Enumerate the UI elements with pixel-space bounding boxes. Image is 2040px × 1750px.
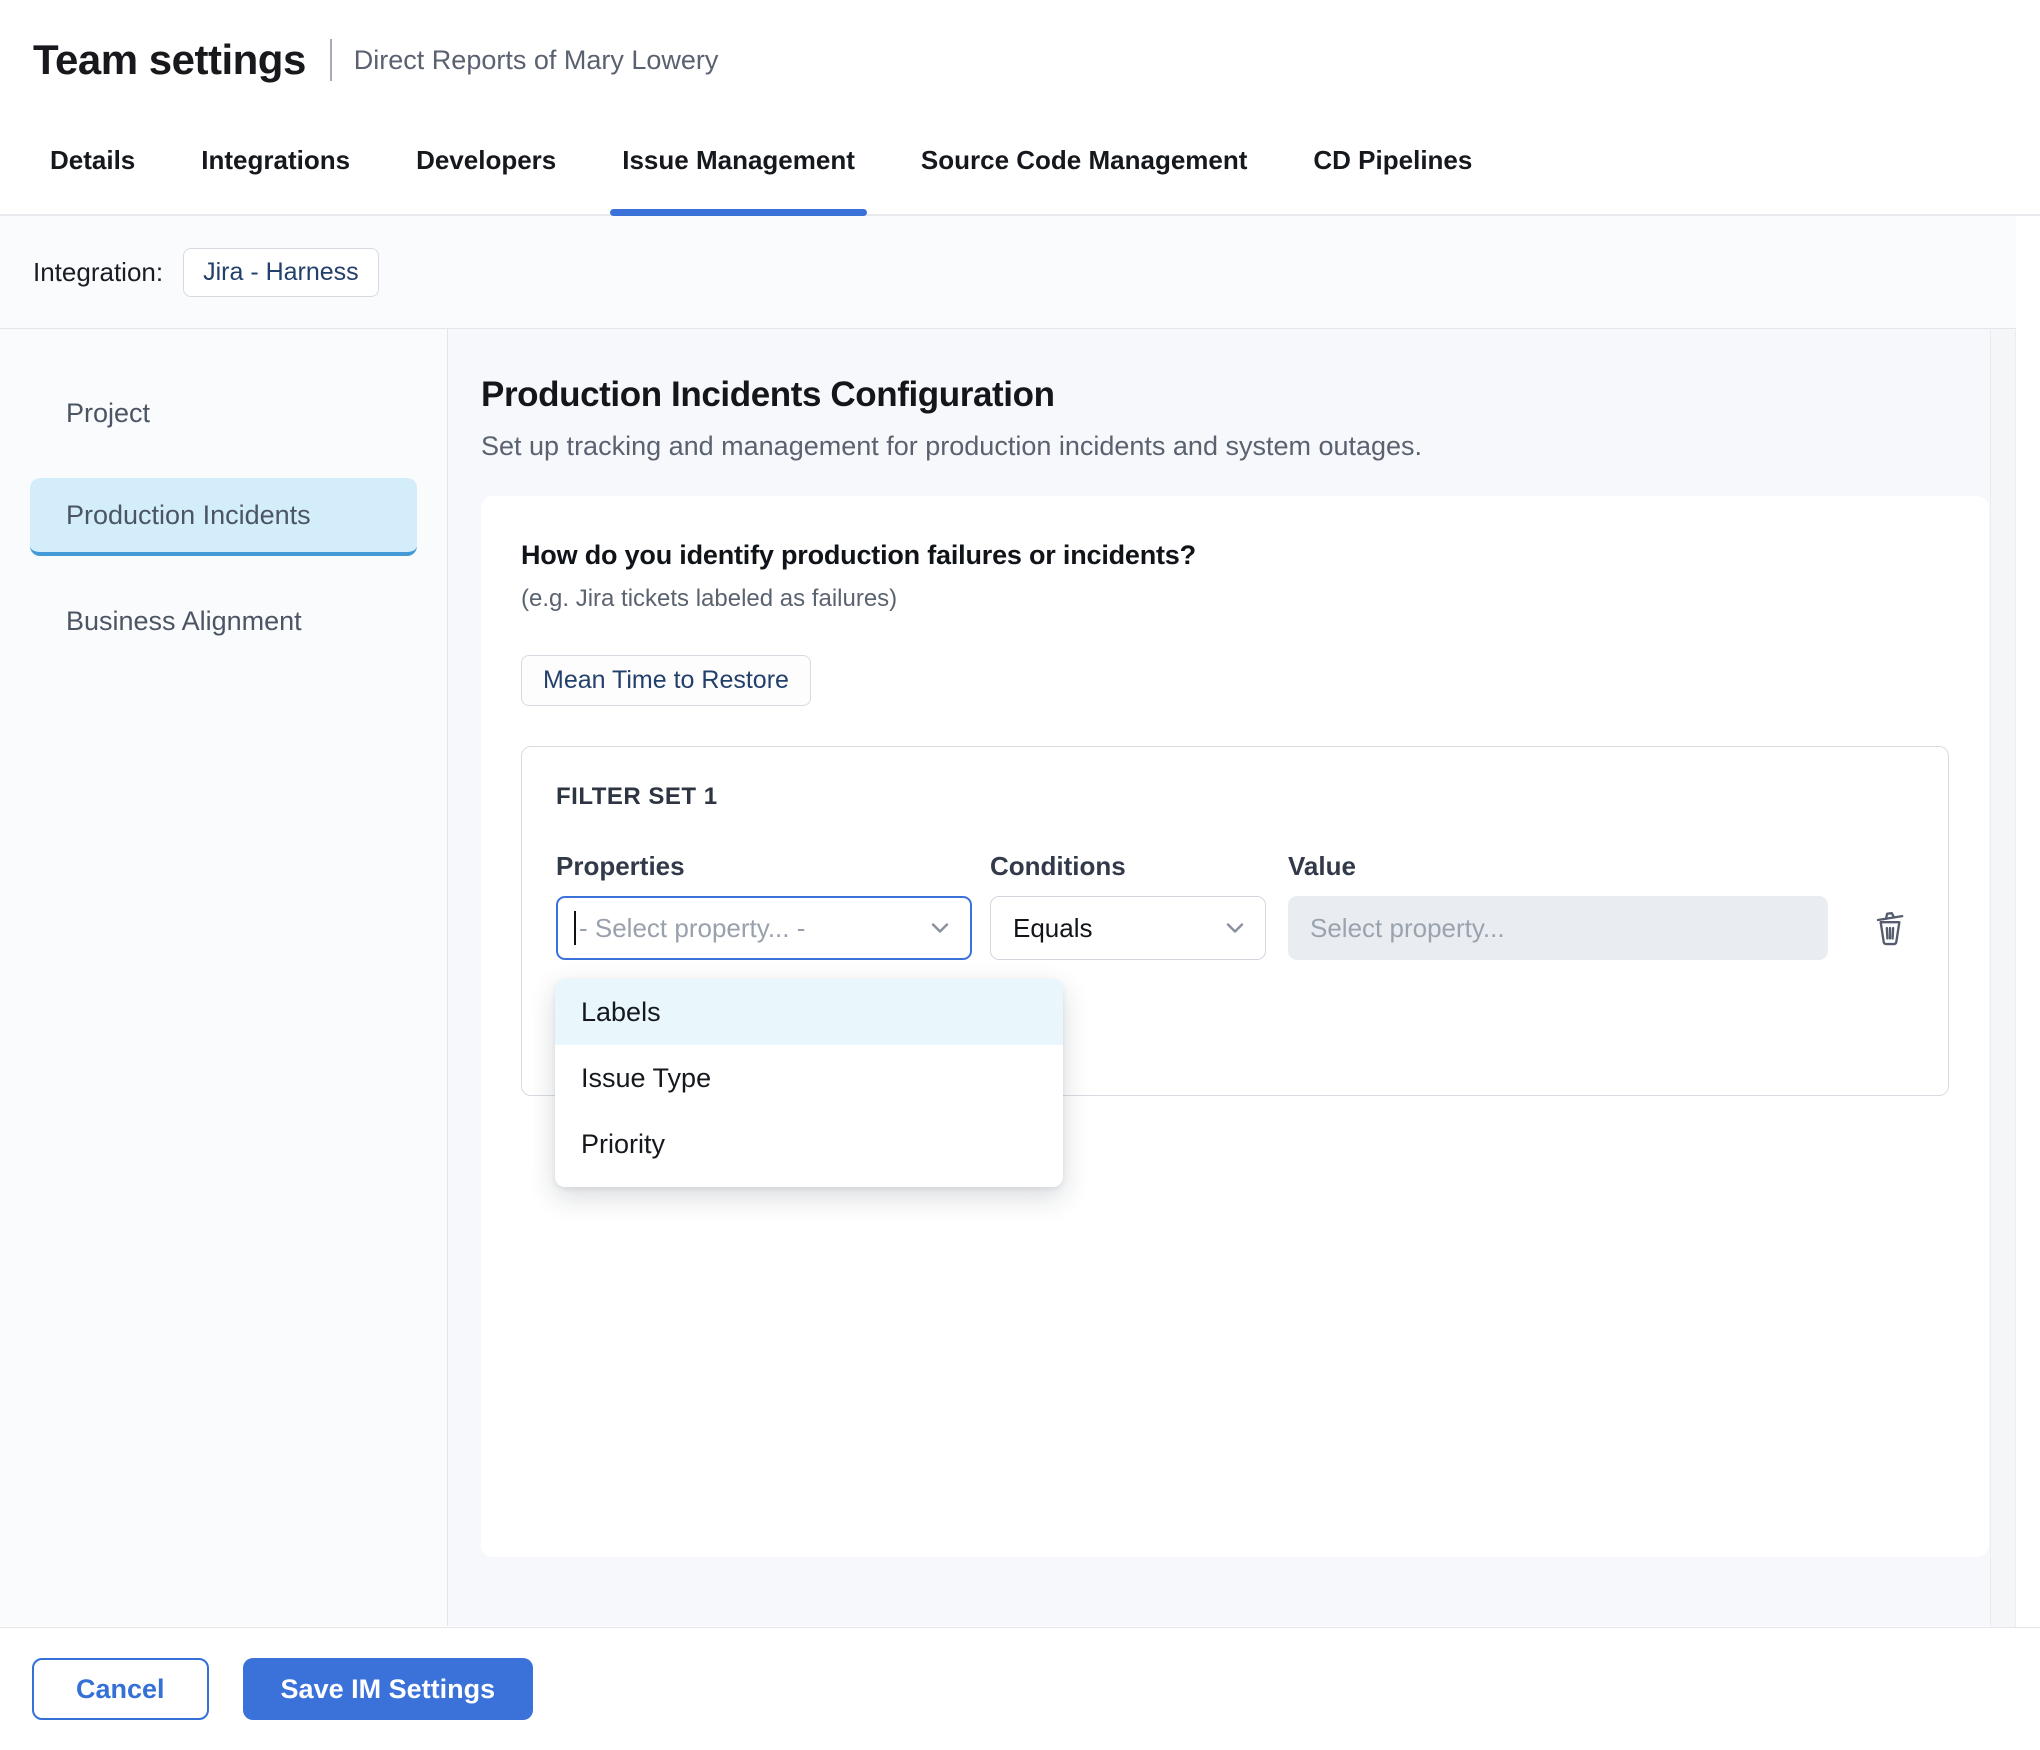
scrollbar-track[interactable] [1990, 330, 2016, 1627]
integration-strip: Integration: Jira - Harness [0, 216, 2040, 329]
page-header: Team settings Direct Reports of Mary Low… [0, 0, 2040, 106]
dropdown-option-priority[interactable]: Priority [555, 1111, 1063, 1177]
property-select[interactable]: - Select property... - [556, 896, 972, 960]
incidents-config-card: How do you identify production failures … [481, 496, 1989, 1557]
settings-tabbar: Details Integrations Developers Issue Ma… [0, 106, 2040, 216]
condition-selected-value: Equals [1013, 913, 1093, 944]
filter-set-card: FILTER SET 1 Properties Conditions Value… [521, 746, 1949, 1096]
tab-integrations[interactable]: Integrations [195, 145, 356, 214]
tab-issue-management[interactable]: Issue Management [616, 145, 861, 214]
property-dropdown-menu: Labels Issue Type Priority [555, 979, 1063, 1187]
main-content: Production Incidents Configuration Set u… [448, 329, 2040, 1626]
scroll-gutter [2016, 216, 2040, 1627]
tab-source-code-management[interactable]: Source Code Management [915, 145, 1254, 214]
tab-details[interactable]: Details [44, 145, 141, 214]
dropdown-option-labels[interactable]: Labels [555, 979, 1063, 1045]
page-title: Team settings [33, 36, 306, 84]
value-input[interactable] [1288, 896, 1828, 960]
trash-icon [1870, 907, 1910, 949]
cancel-button[interactable]: Cancel [32, 1658, 209, 1720]
text-cursor [574, 911, 576, 945]
mean-time-to-restore-tab[interactable]: Mean Time to Restore [521, 655, 811, 706]
dropdown-option-issue-type[interactable]: Issue Type [555, 1045, 1063, 1111]
delete-filter-button[interactable] [1870, 907, 1910, 949]
team-name-subtitle: Direct Reports of Mary Lowery [354, 45, 719, 76]
tab-developers[interactable]: Developers [410, 145, 562, 214]
sidebar-item-production-incidents[interactable]: Production Incidents [30, 478, 417, 556]
section-title: Production Incidents Configuration [481, 375, 2040, 415]
identify-incidents-hint: (e.g. Jira tickets labeled as failures) [521, 585, 1949, 613]
title-separator [330, 39, 332, 81]
settings-sidebar: Project Production Incidents Business Al… [0, 329, 448, 1626]
integration-chip[interactable]: Jira - Harness [183, 248, 379, 297]
property-select-placeholder: - Select property... - [579, 913, 805, 944]
integration-label: Integration: [33, 257, 163, 288]
sidebar-item-project[interactable]: Project [30, 374, 417, 452]
properties-column-label: Properties [556, 851, 990, 882]
value-column-label: Value [1288, 851, 1828, 882]
save-im-settings-button[interactable]: Save IM Settings [243, 1658, 534, 1720]
condition-select[interactable]: Equals [990, 896, 1266, 960]
filter-set-title: FILTER SET 1 [556, 783, 1914, 811]
sidebar-item-business-alignment[interactable]: Business Alignment [30, 582, 417, 660]
section-subtitle: Set up tracking and management for produ… [481, 431, 2040, 462]
footer-actions: Cancel Save IM Settings [0, 1627, 2040, 1750]
chevron-down-icon [928, 916, 952, 940]
chevron-down-icon [1223, 916, 1247, 940]
identify-incidents-question: How do you identify production failures … [521, 540, 1949, 571]
conditions-column-label: Conditions [990, 851, 1288, 882]
tab-cd-pipelines[interactable]: CD Pipelines [1307, 145, 1478, 214]
